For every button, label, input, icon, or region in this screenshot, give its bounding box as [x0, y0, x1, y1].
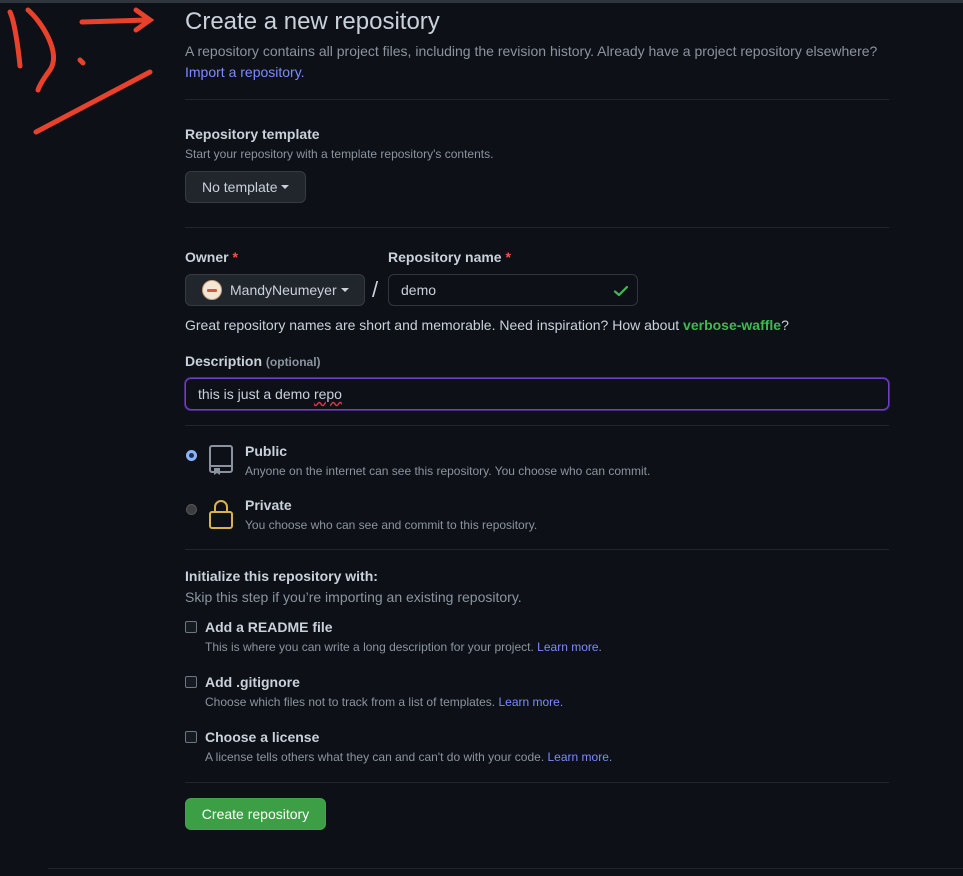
owner-label: Owner *	[185, 249, 238, 265]
description-value-prefix: this is just a demo	[198, 386, 314, 402]
owner-value: MandyNeumeyer	[230, 282, 337, 298]
page-subtitle: A repository contains all project files,…	[185, 43, 878, 59]
readme-desc: This is where you can write a long descr…	[205, 640, 602, 654]
gitignore-checkbox[interactable]	[185, 676, 197, 688]
lock-icon	[209, 500, 233, 529]
annotation-underline	[33, 69, 153, 135]
owner-repo-separator: /	[372, 277, 379, 302]
description-value-misspelled: repo	[313, 386, 342, 402]
annotation-arrow-line	[79, 17, 151, 25]
caret-down-icon	[281, 185, 290, 189]
template-note: Start your repository with a template re…	[185, 147, 494, 161]
name-suggestion: Great repository names are short and mem…	[185, 317, 789, 333]
public-title: Public	[245, 443, 288, 459]
annotation-marks	[7, 7, 155, 135]
readme-desc-text: This is where you can write a long descr…	[205, 640, 534, 654]
gitignore-learn-more-link[interactable]: Learn more.	[498, 695, 563, 709]
avatar	[202, 280, 222, 300]
description-input[interactable]: this is just a demo repo	[185, 378, 889, 410]
readme-title: Add a README file	[205, 619, 333, 635]
annotation-dot	[77, 57, 86, 66]
gitignore-desc-text: Choose which files not to track from a l…	[205, 695, 496, 709]
owner-dropdown-button[interactable]: MandyNeumeyer	[185, 274, 365, 306]
caret-down-icon	[340, 288, 349, 292]
template-dropdown-button[interactable]: No template	[185, 171, 306, 203]
annotation-stroke-2	[25, 7, 56, 93]
divider	[185, 227, 889, 228]
optional-tag: (optional)	[265, 355, 321, 369]
suggestion-end: ?	[781, 317, 789, 333]
required-mark: *	[232, 249, 238, 265]
repo-name-label-text: Repository name	[388, 249, 502, 265]
license-title: Choose a license	[205, 729, 320, 745]
readme-learn-more-link[interactable]: Learn more.	[537, 640, 602, 654]
repo-name-value: demo	[401, 282, 437, 298]
public-desc: Anyone on the internet can see this repo…	[245, 464, 651, 478]
check-icon	[613, 285, 629, 297]
license-checkbox[interactable]	[185, 731, 197, 743]
gitignore-title: Add .gitignore	[205, 674, 300, 690]
divider	[185, 782, 889, 783]
suggested-name[interactable]: verbose-waffle	[683, 317, 781, 333]
template-button-label: No template	[202, 179, 278, 195]
readme-checkbox[interactable]	[185, 621, 197, 633]
license-desc-text: A license tells others what they can and…	[205, 750, 545, 764]
divider	[185, 99, 889, 100]
page-title: Create a new repository	[185, 8, 440, 35]
divider	[185, 549, 889, 550]
template-label: Repository template	[185, 126, 320, 142]
create-repository-button[interactable]: Create repository	[185, 798, 326, 830]
private-title: Private	[245, 497, 292, 513]
license-desc: A license tells others what they can and…	[205, 750, 612, 764]
suggestion-text: Great repository names are short and mem…	[185, 317, 684, 333]
divider	[185, 425, 889, 426]
gitignore-desc: Choose which files not to track from a l…	[205, 695, 563, 709]
import-repo-link[interactable]: Import a repository.	[185, 64, 305, 80]
description-label: Description (optional)	[185, 353, 321, 369]
init-title: Initialize this repository with:	[185, 568, 378, 584]
private-radio[interactable]	[186, 504, 197, 515]
footer-border	[48, 868, 963, 869]
annotation-stroke-1	[7, 9, 23, 69]
repo-name-input[interactable]: demo	[388, 274, 638, 306]
private-desc: You choose who can see and commit to thi…	[245, 518, 538, 532]
repo-icon	[209, 445, 233, 475]
description-label-text: Description	[185, 353, 263, 369]
license-learn-more-link[interactable]: Learn more.	[548, 750, 613, 764]
required-mark: *	[505, 249, 511, 265]
init-note: Skip this step if you’re importing an ex…	[185, 589, 522, 605]
owner-label-text: Owner	[185, 249, 229, 265]
public-radio[interactable]	[186, 450, 197, 461]
repo-name-label: Repository name *	[388, 249, 511, 265]
